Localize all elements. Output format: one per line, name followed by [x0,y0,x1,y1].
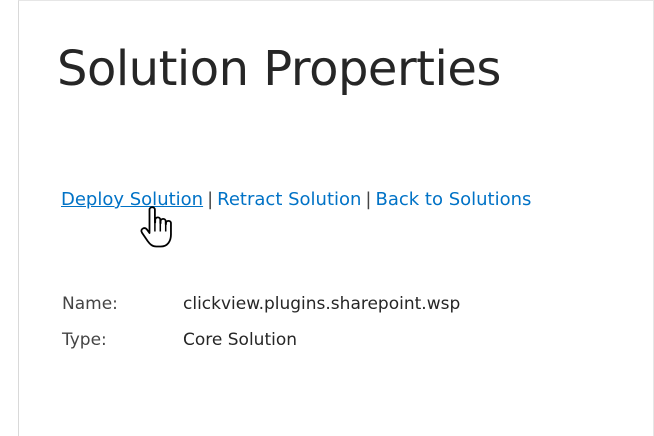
property-row-type: Type: Core Solution [62,322,460,358]
property-row-name: Name: clickview.plugins.sharepoint.wsp [62,286,460,322]
solution-properties-list: Name: clickview.plugins.sharepoint.wsp T… [62,286,460,358]
action-separator: | [207,189,214,210]
retract-solution-link[interactable]: Retract Solution [217,189,361,210]
action-separator: | [365,189,372,210]
property-value: Core Solution [183,330,298,350]
property-label: Name: [62,294,118,314]
deploy-solution-link[interactable]: Deploy Solution [61,189,203,210]
page-title: Solution Properties [57,41,501,97]
property-value: clickview.plugins.sharepoint.wsp [183,294,461,314]
hand-pointer-icon [140,206,172,248]
content-panel: Solution Properties Deploy Solution | Retr… [18,0,654,436]
solution-actions-bar: Deploy Solution | Retract Solution | Back to… [61,188,531,212]
back-to-solutions-link[interactable]: Back to Solutions [376,189,532,210]
property-label: Type: [62,330,107,350]
